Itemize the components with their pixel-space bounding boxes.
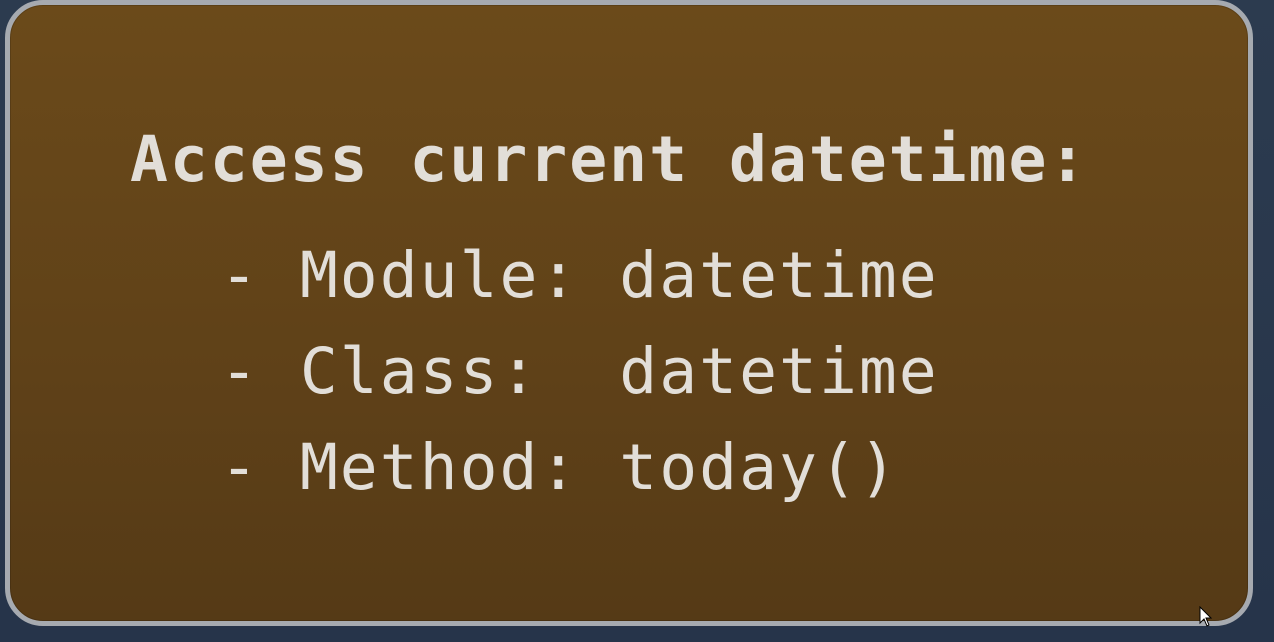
mouse-pointer-icon xyxy=(1199,606,1213,627)
bullet-list: - Module: datetime - Class: datetime - M… xyxy=(220,228,939,516)
bullet-item-module: - Module: datetime xyxy=(220,239,939,312)
video-frame: Access current datetime: - Module: datet… xyxy=(0,0,1274,642)
slide-heading: Access current datetime: xyxy=(130,123,1089,196)
bullet-item-class: - Class: datetime xyxy=(220,335,939,408)
bullet-item-method: - Method: today() xyxy=(220,431,899,504)
